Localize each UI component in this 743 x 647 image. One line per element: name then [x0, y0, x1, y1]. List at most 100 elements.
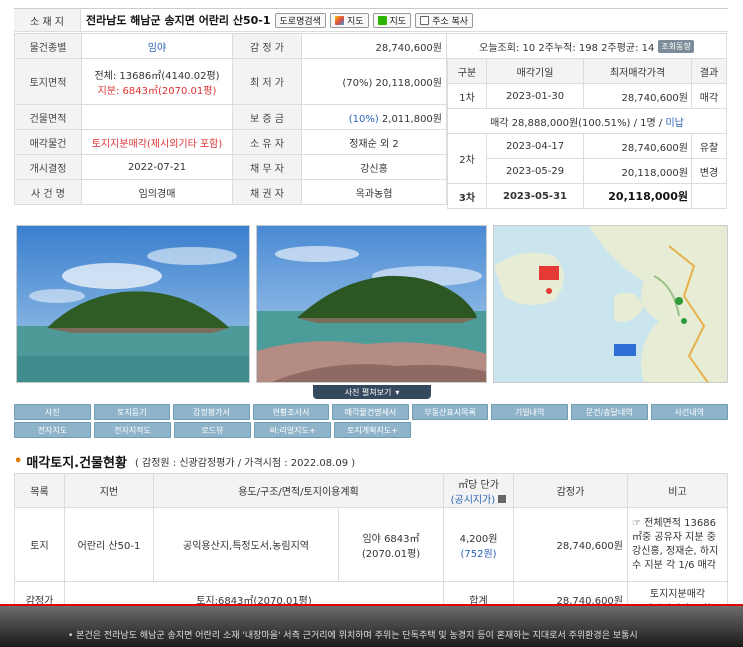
- land-appraisal: 28,740,600원: [513, 507, 628, 582]
- header-list: 목록: [14, 473, 65, 508]
- header-appraisal: 감정가: [513, 473, 628, 508]
- schedule-header-round: 구분: [447, 58, 487, 84]
- tab-land-plan-map[interactable]: 토지계획지도+: [334, 422, 411, 438]
- view-trend-button[interactable]: 조회동향: [658, 39, 694, 53]
- sale-note-text: 매각 28,888,000원(100.51%) / 1명 /: [490, 117, 666, 129]
- official-price-link[interactable]: (공시지가): [444, 491, 513, 506]
- schedule-header-price: 최저매각가격: [583, 58, 692, 84]
- video-overlay: • 본건은 전라남도 해남군 송지면 어란리 소재 '내장마을' 서측 근거리에…: [0, 606, 743, 647]
- schedule-price: 28,740,600원: [583, 133, 692, 159]
- header-note: 비고: [627, 473, 728, 508]
- photo-expand-label: 사진 펼쳐보기: [344, 387, 392, 397]
- daum-map-label: 지도: [346, 16, 364, 27]
- sale-note: 매각 28,888,000원(100.51%) / 1명 / 미납: [447, 108, 727, 134]
- tab-roadview[interactable]: 로드뷰: [174, 422, 251, 438]
- info-icon: [498, 494, 507, 503]
- tab-cadastral-map[interactable]: 전자지적도: [94, 422, 171, 438]
- schedule-date: 2023-05-29: [486, 158, 584, 184]
- sale-item-label: 매각물건: [14, 129, 82, 155]
- island-photo-2-image: [257, 226, 486, 382]
- naver-map-label: 지도: [389, 16, 407, 27]
- schedule-date: 2023-01-30: [486, 83, 584, 109]
- official-price-label: (공시지가): [450, 494, 496, 506]
- building-area-label: 건물면적: [14, 104, 82, 130]
- unpaid-link[interactable]: 미납: [665, 118, 683, 129]
- island-photo-2[interactable]: [256, 225, 487, 383]
- footnote: • 본건은 전라남도 해남군 송지면 어란리 소재 '내장마을' 서측 근거리에…: [68, 631, 638, 641]
- land-area-sqm: 임야 6843㎡: [362, 533, 420, 545]
- schedule-result: [691, 183, 727, 209]
- schedule-round: 3차: [447, 183, 487, 209]
- header-unit-price: ㎡당 단가 (공시지가): [443, 473, 514, 508]
- debtor-value: 강신홍: [301, 154, 447, 180]
- appraisal-label: 감 정 가: [232, 33, 302, 59]
- schedule-date: 2023-05-31: [486, 183, 584, 209]
- copy-address-button[interactable]: 주소 복사: [415, 12, 474, 28]
- road-name-search-button[interactable]: 도로명검색: [274, 12, 326, 28]
- photo-expand-button[interactable]: 사진 펼쳐보기 ▾: [313, 385, 431, 399]
- schedule-note-row: 매각 28,888,000원(100.51%) / 1명 / 미납: [447, 108, 727, 134]
- daum-map-button[interactable]: 지도: [329, 12, 369, 28]
- tab-land-registry[interactable]: 토지등기: [93, 404, 171, 420]
- land-area-value: 전체: 13686㎡(4140.02평) 지분: 6843㎡(2070.01평): [81, 58, 233, 105]
- tab-document-history[interactable]: 문건/송달내역: [570, 404, 648, 420]
- header-lot: 지번: [64, 473, 154, 508]
- info-row-land-area: 토지면적 전체: 13686㎡(4140.02평) 지분: 6843㎡(2070.…: [14, 58, 447, 105]
- tab-status-report[interactable]: 현황조사서: [252, 404, 330, 420]
- document-tabs-row2: 전자지도 전자지적도 로드뷰 씨:리얼지도+ 토지계획지도+: [14, 422, 728, 438]
- min-price-label: 최 저 가: [232, 58, 302, 105]
- start-decision-value: 2022-07-21: [81, 154, 233, 180]
- tab-sale-statement[interactable]: 매각물건명세서: [332, 404, 409, 420]
- appraisal-value: 28,740,600원: [301, 33, 447, 59]
- header-usage: 용도/구조/면적/토지이용계획: [153, 473, 444, 508]
- land-building-table: 목록 지번 용도/구조/면적/토지이용계획 ㎡당 단가 (공시지가) 감정가 비고…: [14, 473, 728, 618]
- location-map-image: [494, 226, 727, 382]
- schedule-round: 2차: [447, 133, 487, 184]
- location-map[interactable]: [493, 225, 728, 383]
- address-label: 소 재 지: [14, 9, 81, 31]
- schedule-row: 2023-05-29 20,118,000원 변경: [448, 158, 727, 184]
- tab-case-history[interactable]: 사건내역: [650, 404, 729, 420]
- deposit-label: 보 증 금: [232, 104, 302, 130]
- info-row-sale-item: 매각물건 토지지분매각(제시외기타 포함) 소 유 자 정재순 외 2: [14, 129, 447, 155]
- land-table-header: 목록 지번 용도/구조/면적/토지이용계획 ㎡당 단가 (공시지가) 감정가 비고: [14, 473, 728, 508]
- tab-photo[interactable]: 사진: [14, 404, 91, 420]
- tab-real-map[interactable]: 씨:리얼지도+: [254, 422, 331, 438]
- schedule-row: 1차 2023-01-30 28,740,600원 매각: [447, 83, 727, 109]
- island-photo-1[interactable]: [16, 225, 250, 383]
- category-label: 물건종별: [14, 33, 82, 59]
- total-note-line1: 토지지분매각: [649, 588, 706, 600]
- property-info-table: 물건종별 임야 감 정 가 28,740,600원 토지면적 전체: 13686…: [14, 33, 447, 205]
- section-title: 매각토지.건물현황: [26, 456, 127, 471]
- land-unit-price-value: 4,200원: [459, 533, 498, 545]
- creditor-label: 채 권 자: [232, 179, 302, 205]
- tab-property-list[interactable]: 부동산표시목록: [411, 404, 489, 420]
- info-row-category: 물건종별 임야 감 정 가 28,740,600원: [14, 33, 447, 59]
- category-value[interactable]: 임야: [81, 33, 233, 59]
- info-row-building: 건물면적 보 증 금 (10%) 2,011,800원: [14, 104, 447, 130]
- land-area-label: 토지면적: [14, 58, 82, 105]
- schedule-price: 20,118,000원: [583, 158, 692, 184]
- tab-e-map[interactable]: 전자지도: [14, 422, 91, 438]
- land-row: 토지 어란리 산50-1 공익용산지,특정도서,농림지역 임야 6843㎡ (20…: [14, 507, 728, 582]
- copy-address-label: 주소 복사: [432, 16, 469, 27]
- schedule-row: 3차 2023-05-31 20,118,000원: [447, 183, 727, 209]
- land-area-share: 지분: 6843㎡(2070.01평): [97, 85, 217, 97]
- sale-item-value: 토지지분매각(제시외기타 포함): [81, 129, 233, 155]
- naver-map-icon: [377, 15, 387, 25]
- view-stats-text: 오늘조회: 10 2주누적: 198 2주평균: 14: [479, 42, 655, 54]
- copy-icon: [420, 15, 430, 25]
- deposit-rate: (10%): [348, 113, 379, 125]
- naver-map-button[interactable]: 지도: [372, 12, 412, 28]
- schedule-price: 28,740,600원: [583, 83, 692, 109]
- land-area: 임야 6843㎡ (2070.01평): [338, 507, 444, 582]
- owner-label: 소 유 자: [232, 129, 302, 155]
- tab-date-history[interactable]: 기일내역: [491, 404, 568, 420]
- address-value: 전라남도 해남군 송지면 어란리 산50-1: [86, 14, 271, 27]
- schedule-header-date: 매각기일: [486, 58, 584, 84]
- document-tabs-row1: 사진 토지등기 감정평가서 현황조사서 매각물건명세서 부동산표시목록 기일내역…: [14, 404, 729, 420]
- unit-price-title: ㎡당 단가: [458, 479, 499, 491]
- land-unit-price: 4,200원 (752원): [443, 507, 514, 582]
- schedule-header-result: 결과: [691, 58, 727, 84]
- tab-appraisal[interactable]: 감정평가서: [173, 404, 250, 420]
